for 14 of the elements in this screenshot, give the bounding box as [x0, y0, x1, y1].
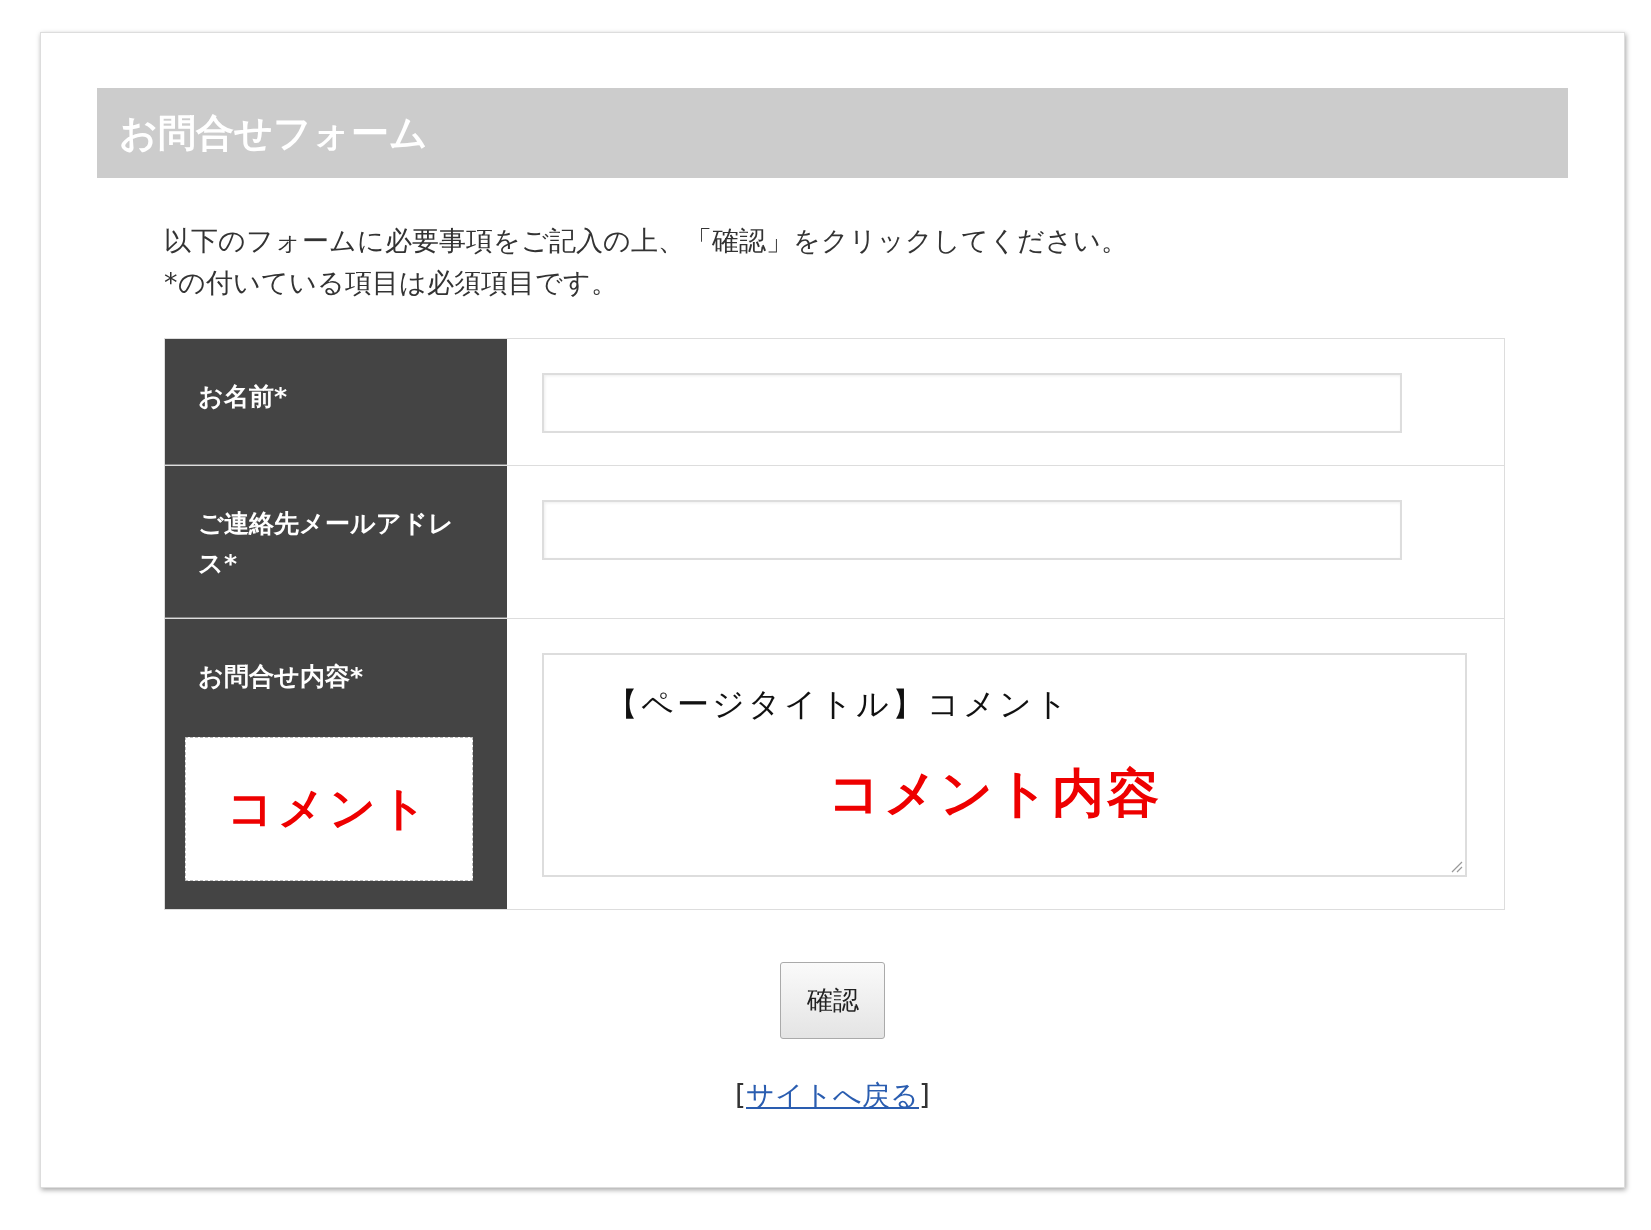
- confirm-button[interactable]: 確認: [780, 962, 885, 1039]
- annotation-text: コメント内容: [828, 762, 1162, 825]
- back-to-site-link[interactable]: サイトへ戻る: [746, 1079, 919, 1112]
- instruction-text: *の付いている項目は必須項目です。: [164, 266, 619, 300]
- text-input-field[interactable]: [542, 500, 1402, 560]
- bracket: ]: [919, 1079, 930, 1112]
- annotation-text: コメント: [227, 780, 431, 837]
- field-label: お問合せ内容*: [198, 661, 365, 693]
- resize-grip-icon: [1449, 859, 1463, 873]
- bracket: [: [735, 1079, 746, 1112]
- instruction-text: 以下のフォームに必要事項をご記入の上、「確認」をクリックしてください。: [164, 224, 1129, 258]
- text-input-field[interactable]: [542, 373, 1402, 433]
- field-label: お名前*: [198, 381, 289, 413]
- field-label: ご連絡先メールアドレス*: [198, 508, 455, 580]
